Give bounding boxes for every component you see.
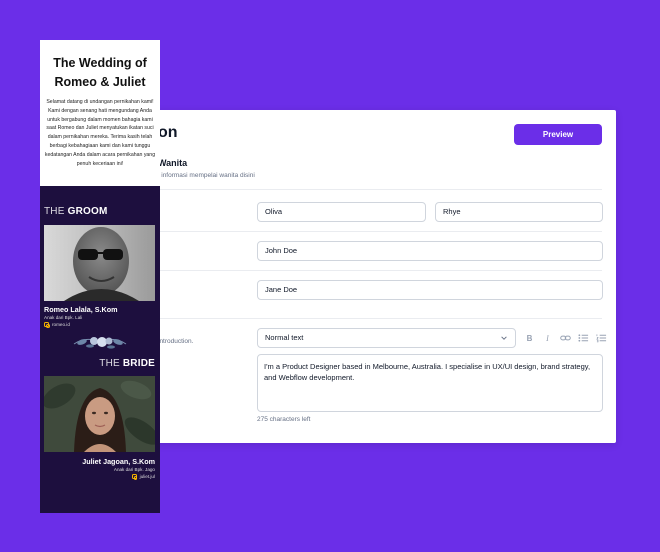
first-name-input[interactable]: Oliva xyxy=(257,202,426,222)
chevron-down-icon xyxy=(501,336,507,340)
format-toolbar: B I xyxy=(524,331,607,345)
bride-heading: THE BRIDE xyxy=(99,358,155,369)
italic-icon[interactable]: I xyxy=(542,334,553,343)
form-card: on Preview Wanita l informasi mempelai w… xyxy=(130,110,616,443)
preview-button[interactable]: Preview xyxy=(514,124,602,145)
bride-name: Juliet Jagoan, S.Kom xyxy=(82,457,155,466)
couple-section: THE GROOM Romeo Lalala, S.Kom Anak dari … xyxy=(40,186,160,513)
invitation-preview: The Wedding of Romeo & Juliet Selamat da… xyxy=(40,40,160,513)
text-style-value: Normal text xyxy=(265,333,304,342)
bullet-list-icon[interactable] xyxy=(578,333,589,343)
bride-parents: Anak dari Bpk. Jago xyxy=(113,467,155,472)
form-title: on xyxy=(158,124,178,141)
bride-instagram[interactable]: juliet.jul xyxy=(131,474,155,480)
groom-instagram[interactable]: romeo.id xyxy=(44,322,70,328)
father-name-input[interactable]: John Doe xyxy=(257,241,603,261)
divider xyxy=(130,318,602,319)
groom-heading: THE GROOM xyxy=(44,206,108,217)
groom-parents: Anak dari Bpk. Lali xyxy=(44,315,83,320)
mother-name-input[interactable]: Jane Doe xyxy=(257,280,603,300)
groom-photo xyxy=(44,225,155,301)
bio-label: introduction. xyxy=(158,338,194,345)
instagram-icon xyxy=(44,322,50,328)
invitation-body: Selamat datang di undangan pernikahan ka… xyxy=(44,99,156,167)
divider xyxy=(130,189,602,190)
invitation-title: The Wedding of Romeo & Juliet xyxy=(53,56,147,89)
chars-left-hint: 275 characters left xyxy=(257,416,311,423)
instagram-icon xyxy=(131,474,138,480)
text-style-select[interactable]: Normal text xyxy=(257,328,516,348)
bold-icon[interactable]: B xyxy=(524,334,535,343)
divider xyxy=(130,231,602,232)
flower-ornament-icon xyxy=(73,337,127,349)
last-name-input[interactable]: Rhye xyxy=(435,202,603,222)
link-icon[interactable] xyxy=(560,333,571,343)
section-subtitle: l informasi mempelai wanita disini xyxy=(158,172,255,179)
numbered-list-icon[interactable] xyxy=(596,333,607,343)
bride-photo xyxy=(44,376,155,452)
groom-name: Romeo Lalala, S.Kom xyxy=(44,305,118,314)
bio-textarea[interactable]: I'm a Product Designer based in Melbourn… xyxy=(257,354,603,412)
section-title: Wanita xyxy=(158,158,188,168)
divider xyxy=(130,270,602,271)
